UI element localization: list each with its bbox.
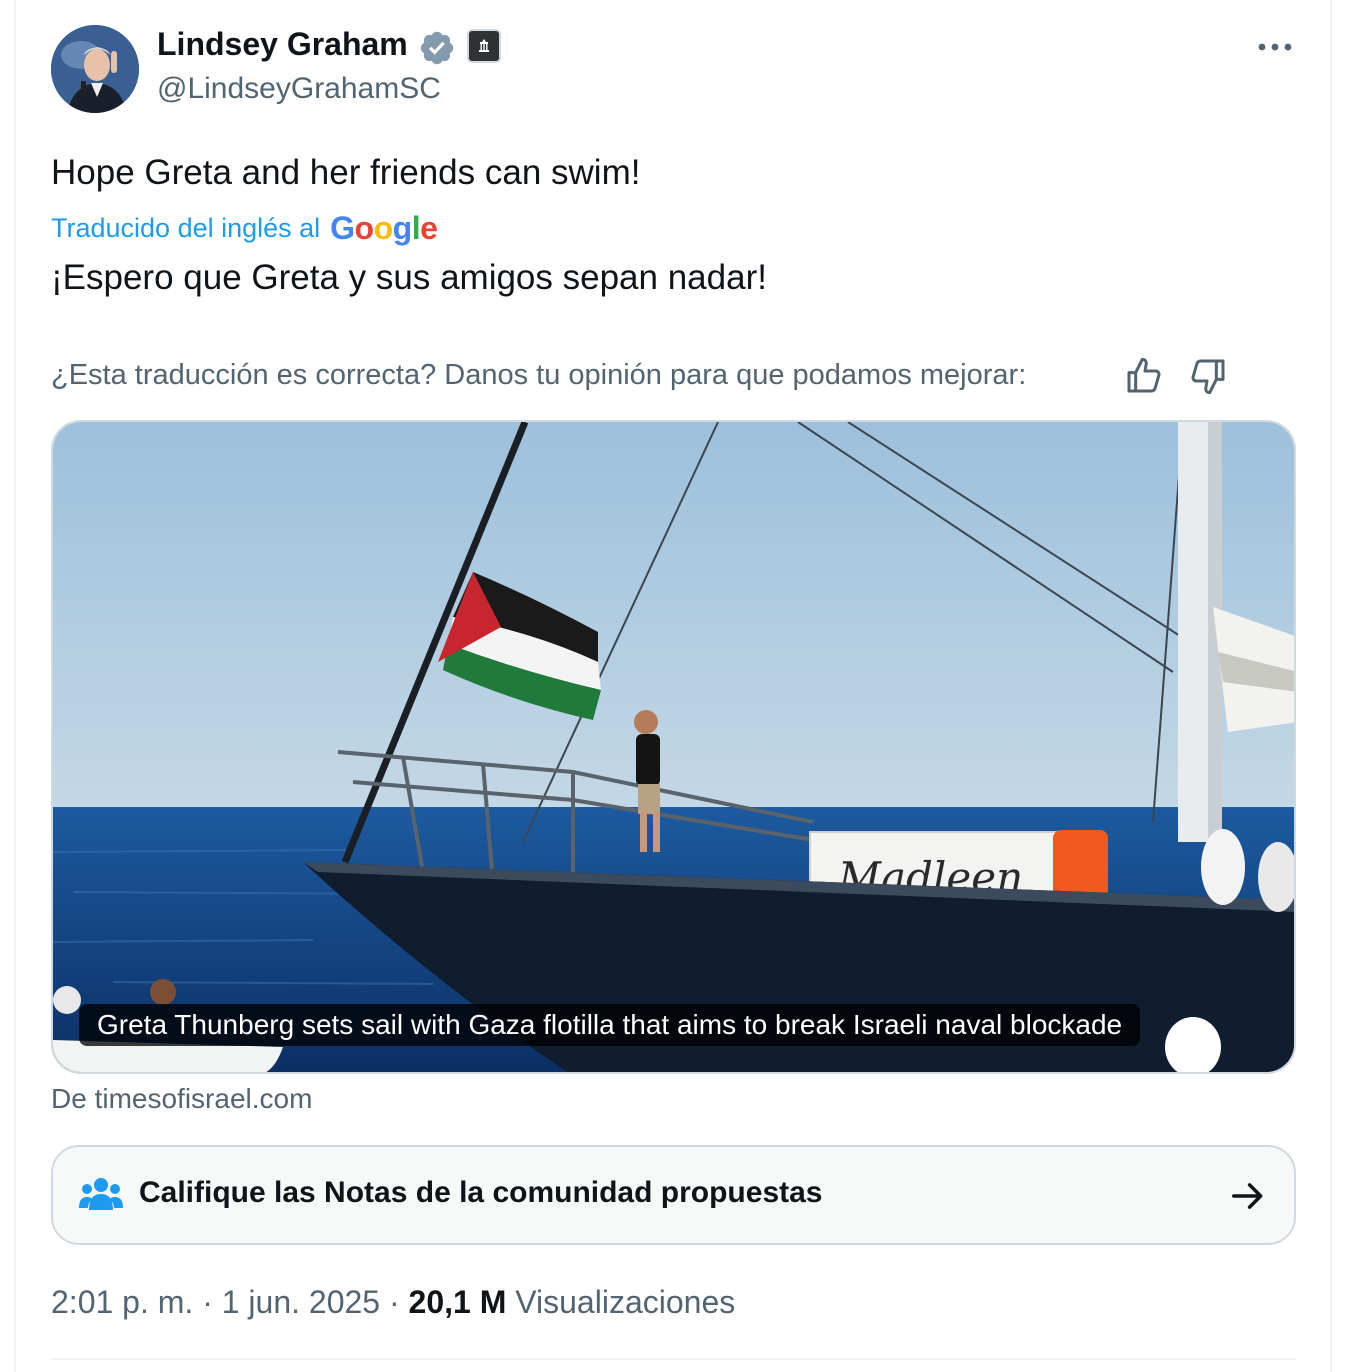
link-card-title[interactable]: Greta Thunberg sets sail with Gaza floti… xyxy=(79,1004,1141,1046)
author-display-name[interactable]: Lindsey Graham xyxy=(157,26,408,63)
author-handle[interactable]: @LindseyGrahamSC xyxy=(157,72,441,106)
meta-separator: · xyxy=(202,1284,213,1320)
sailboat-photo: Madleen xyxy=(53,422,1294,1072)
avatar-photo xyxy=(51,25,139,113)
google-letter: e xyxy=(420,210,438,246)
google-letter: o xyxy=(354,210,375,246)
link-card-image[interactable]: Madleen Greta Thunberg sets sail with Ga… xyxy=(51,420,1296,1074)
views-label[interactable]: Visualizaciones xyxy=(515,1284,735,1320)
community-notes-button[interactable]: Califique las Notas de la comunidad prop… xyxy=(51,1145,1296,1245)
thumbs-up-icon[interactable] xyxy=(1124,356,1164,396)
tweet-text: Hope Greta and her friends can swim! xyxy=(51,153,641,192)
more-options-button[interactable] xyxy=(1254,30,1296,64)
tweet-time[interactable]: 2:01 p. m. xyxy=(51,1284,193,1320)
google-letter: G xyxy=(330,210,355,246)
views-count[interactable]: 20,1 M xyxy=(409,1284,507,1320)
more-horizontal-icon xyxy=(1258,43,1292,51)
tweet-meta: 2:01 p. m. · 1 jun. 2025 · 20,1 M Visual… xyxy=(51,1284,735,1321)
link-card-source[interactable]: De timesofisrael.com xyxy=(51,1083,312,1115)
translation-feedback-question: ¿Esta traducción es correcta? Danos tu o… xyxy=(51,359,1027,391)
google-letter: o xyxy=(373,210,394,246)
arrow-right-icon xyxy=(1232,1183,1263,1209)
google-letter: l xyxy=(411,210,421,246)
thumbs-down-icon[interactable] xyxy=(1188,356,1228,396)
google-letter: g xyxy=(392,210,413,246)
verified-badge-icon[interactable] xyxy=(418,29,456,67)
author-avatar[interactable] xyxy=(51,25,139,113)
community-notes-label: Califique las Notas de la comunidad prop… xyxy=(139,1176,823,1209)
divider xyxy=(51,1358,1296,1360)
translated-text: ¡Espero que Greta y sus amigos sepan nad… xyxy=(51,258,767,297)
government-building-icon[interactable] xyxy=(467,29,501,63)
translation-attribution[interactable]: Traducido del inglés al Google xyxy=(51,210,438,247)
people-icon xyxy=(79,1178,123,1210)
tweet-date[interactable]: 1 jun. 2025 xyxy=(222,1284,380,1320)
google-logo: Google xyxy=(330,210,438,247)
meta-separator: · xyxy=(388,1284,400,1320)
translated-label[interactable]: Traducido del inglés al xyxy=(51,213,320,244)
